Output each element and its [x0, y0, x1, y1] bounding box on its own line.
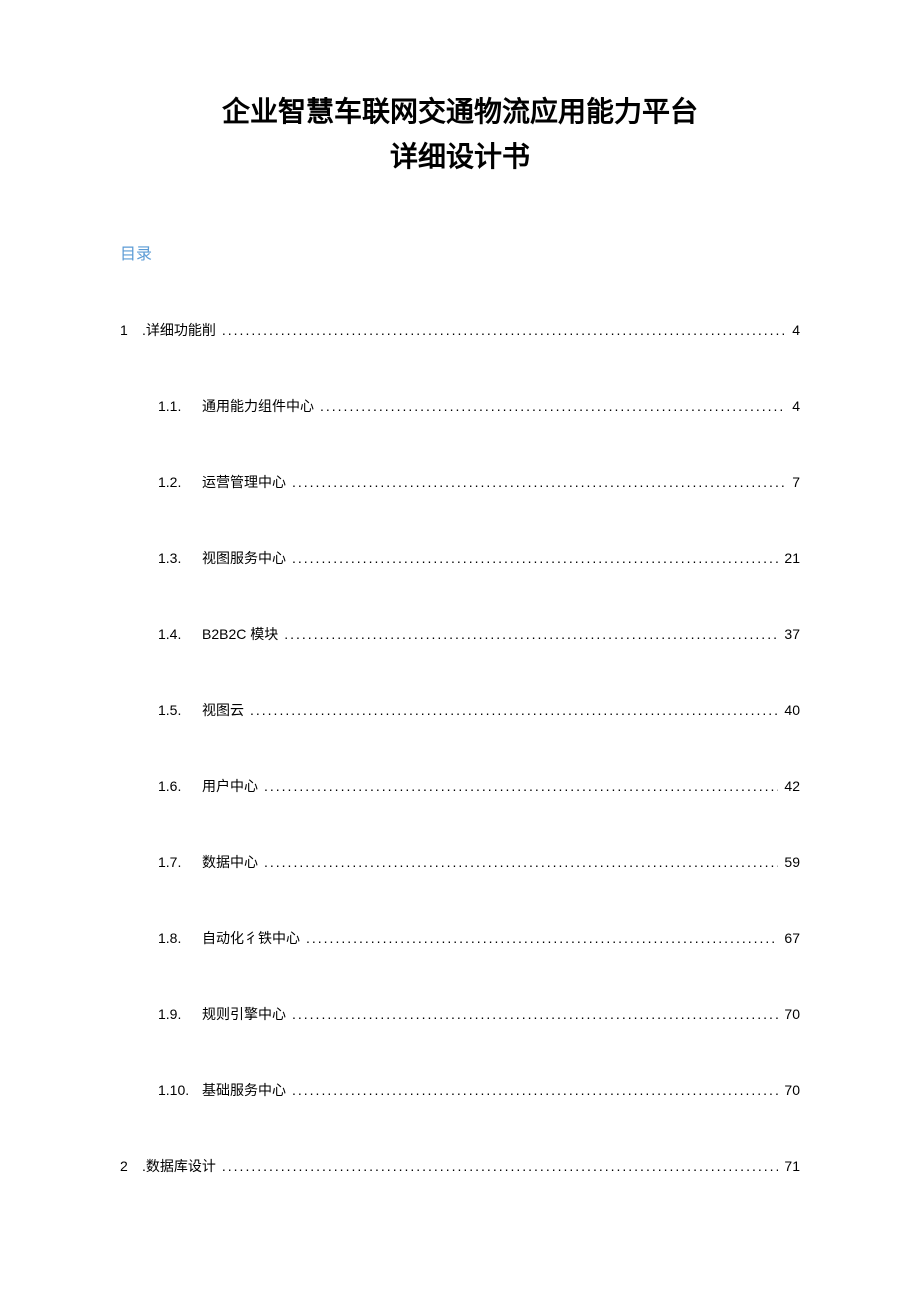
- toc-entry-title: B2B2C 模块: [202, 624, 284, 644]
- toc-leader-dots: [292, 1006, 778, 1022]
- toc-entry-page: 7: [786, 474, 800, 490]
- toc-leader-dots: [306, 930, 778, 946]
- toc-entry-number: 1: [120, 322, 142, 338]
- toc-entry-number: 1.10.: [158, 1082, 202, 1098]
- toc-entry-title: 视图服务中心: [202, 548, 292, 568]
- toc-entry: 1.4.B2B2C 模块 37: [120, 624, 800, 644]
- toc-entry-title: 运营管理中心: [202, 472, 292, 492]
- toc-leader-dots: [292, 1082, 778, 1098]
- toc-entry-page: 70: [778, 1006, 800, 1022]
- toc-entry: 1.3.视图服务中心 21: [120, 548, 800, 568]
- toc-entry-title: 基础服务中心: [202, 1080, 292, 1100]
- toc-entry-title: 详细功能削: [146, 320, 222, 340]
- toc-entry-title: 自动化彳铁中心: [202, 928, 306, 948]
- toc-entry-title: 数据中心: [202, 852, 264, 872]
- toc-entry-number: 1.2.: [158, 474, 202, 490]
- toc-entry-number: 1.8.: [158, 930, 202, 946]
- toc-entry: 1.5.视图云 40: [120, 700, 800, 720]
- toc-entry-number: 1.9.: [158, 1006, 202, 1022]
- toc-entry: 2.数据库设计71: [120, 1156, 800, 1176]
- toc-entry: 1.8.自动化彳铁中心 67: [120, 928, 800, 948]
- toc-entry-page: 71: [778, 1158, 800, 1174]
- toc-entry-title: 规则引擎中心: [202, 1004, 292, 1024]
- toc-entry-title: 数据库设计: [146, 1156, 222, 1176]
- toc-entry-title: 通用能力组件中心: [202, 396, 320, 416]
- document-title-line-2: 详细设计书: [120, 135, 800, 180]
- toc-leader-dots: [292, 474, 786, 490]
- toc-leader-dots: [292, 550, 778, 566]
- toc-entry-title: 用户中心: [202, 776, 264, 796]
- toc-heading: 目录: [120, 240, 800, 264]
- toc-entry-page: 40: [778, 702, 800, 718]
- toc-leader-dots: [250, 702, 778, 718]
- toc-entry: 1.10.基础服务中心 70: [120, 1080, 800, 1100]
- toc-entry: 1.2.运营管理中心 7: [120, 472, 800, 492]
- toc-entry-number: 1.5.: [158, 702, 202, 718]
- toc-entry-number: 1.6.: [158, 778, 202, 794]
- toc-entry-page: 21: [778, 550, 800, 566]
- toc-entry-number: 1.3.: [158, 550, 202, 566]
- toc-leader-dots: [320, 398, 786, 414]
- toc-entry-page: 4: [786, 398, 800, 414]
- toc-entry-number: 1.1.: [158, 398, 202, 414]
- toc-entry-page: 70: [778, 1082, 800, 1098]
- toc-leader-dots: [222, 1158, 779, 1174]
- toc-entry: 1.6.用户中心 42: [120, 776, 800, 796]
- toc-entry-page: 4: [786, 322, 800, 338]
- toc-leader-dots: [284, 626, 778, 642]
- toc-entry-page: 42: [778, 778, 800, 794]
- toc-entry-page: 37: [778, 626, 800, 642]
- toc-entry: 1.9.规则引擎中心 70: [120, 1004, 800, 1024]
- toc-entry: 1.7.数据中心 59: [120, 852, 800, 872]
- toc-entry-number: 2: [120, 1158, 142, 1174]
- document-title-line-1: 企业智慧车联网交通物流应用能力平台: [120, 90, 800, 135]
- toc-entry-number: 1.4.: [158, 626, 202, 642]
- toc-leader-dots: [264, 854, 778, 870]
- toc-leader-dots: [264, 778, 778, 794]
- toc-entry: 1.1.通用能力组件中心 4: [120, 396, 800, 416]
- toc-leader-dots: [222, 322, 786, 338]
- document-title-block: 企业智慧车联网交通物流应用能力平台 详细设计书: [120, 90, 800, 180]
- toc-entry-number: 1.7.: [158, 854, 202, 870]
- toc-entry-page: 67: [778, 930, 800, 946]
- toc-entry-title: 视图云: [202, 700, 250, 720]
- toc-entry: 1.详细功能削4: [120, 320, 800, 340]
- toc-entry-page: 59: [778, 854, 800, 870]
- table-of-contents: 1.详细功能削41.1.通用能力组件中心41.2.运营管理中心71.3.视图服务…: [120, 320, 800, 1176]
